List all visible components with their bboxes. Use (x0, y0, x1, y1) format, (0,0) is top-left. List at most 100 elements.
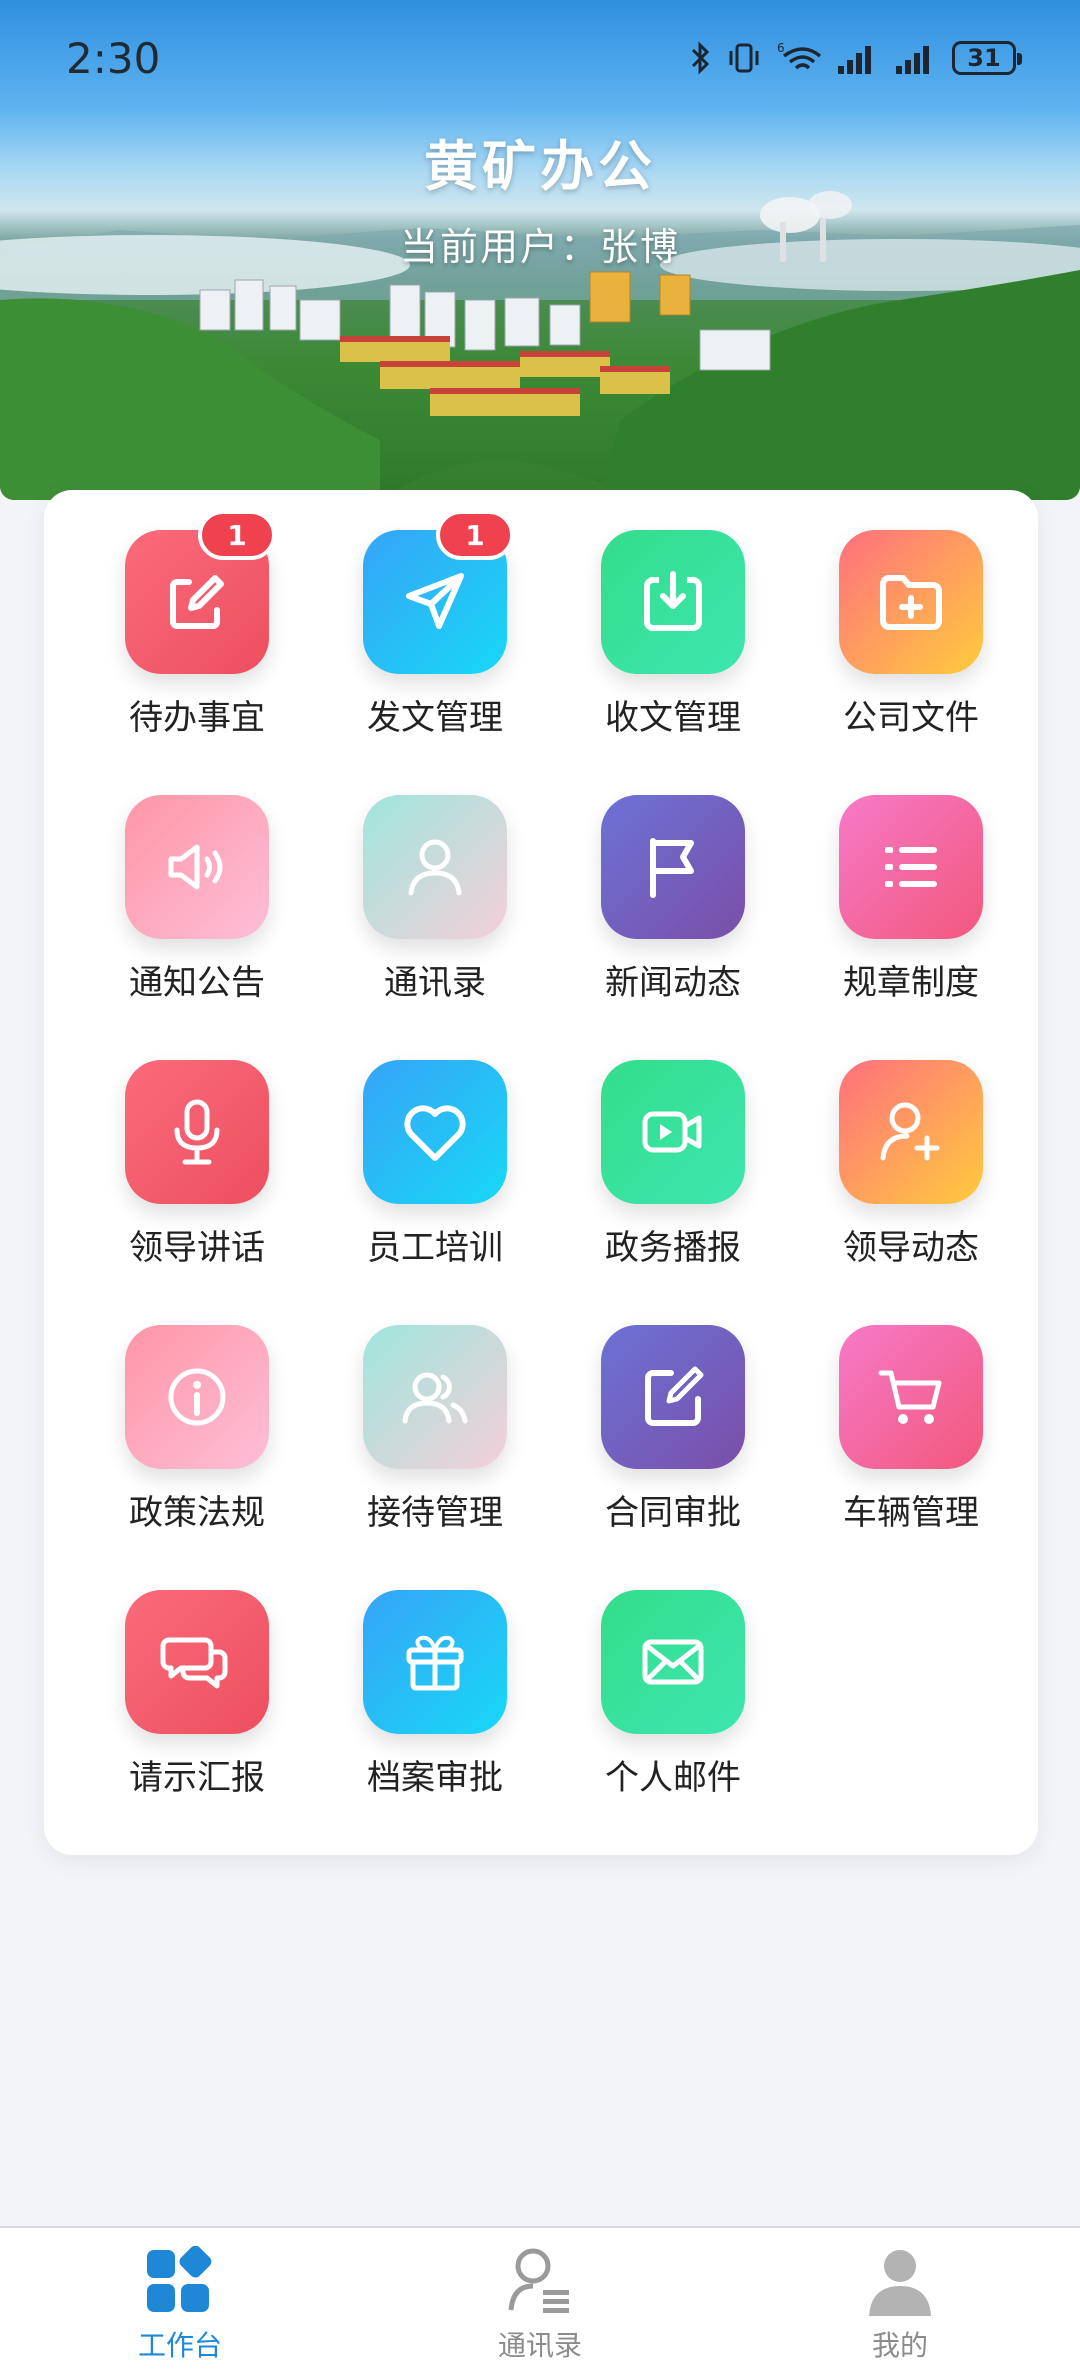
grid-item-tile[interactable] (601, 795, 745, 939)
network-type-label: 6 (777, 41, 785, 55)
grid-item-label: 新闻动态 (605, 963, 741, 1003)
vibrate-icon (729, 43, 759, 73)
nav-label-contacts: 通讯录 (497, 2329, 582, 2362)
folder-add-icon (880, 575, 942, 630)
grid-item-tile[interactable] (601, 1325, 745, 1469)
grid-item-18[interactable]: 档案审批 (296, 1550, 534, 1798)
grid-item-12[interactable]: 领导动态 (772, 1020, 1010, 1268)
flag-icon (650, 838, 694, 898)
grid-item-13[interactable]: 政策法规 (58, 1285, 296, 1533)
notification-badge: 1 (436, 510, 514, 560)
grid-item-label: 车辆管理 (843, 1493, 979, 1533)
people-icon (402, 1372, 468, 1424)
grid-item-tile[interactable] (839, 530, 983, 674)
notification-badge: 1 (198, 510, 276, 560)
chat-icon (160, 1637, 228, 1689)
grid-item-label: 领导讲话 (129, 1228, 265, 1268)
grid-item-tile[interactable] (839, 1325, 983, 1469)
status-icons: 6 31 (690, 40, 1022, 76)
battery-indicator: 31 (952, 41, 1022, 75)
grid-item-label: 合同审批 (605, 1493, 741, 1533)
grid-item-label: 请示汇报 (129, 1758, 265, 1798)
download-icon (644, 571, 702, 631)
grid-item-label: 政策法规 (129, 1493, 265, 1533)
grid-item-14[interactable]: 接待管理 (296, 1285, 534, 1533)
microphone-icon (174, 1099, 220, 1165)
grid-item-label: 待办事宜 (129, 698, 265, 738)
grid-item-10[interactable]: 员工培训 (296, 1020, 534, 1268)
grid-item-7[interactable]: 新闻动态 (534, 755, 772, 1003)
grid-item-11[interactable]: 政务播报 (534, 1020, 772, 1268)
grid-item-label: 公司文件 (843, 698, 979, 738)
grid-item-6[interactable]: 通讯录 (296, 755, 534, 1003)
grid-item-3[interactable]: 收文管理 (534, 490, 772, 738)
grid-item-tile[interactable] (125, 1325, 269, 1469)
heart-icon (404, 1105, 466, 1161)
grid-item-9[interactable]: 领导讲话 (58, 1020, 296, 1268)
grid-item-tile[interactable] (601, 1590, 745, 1734)
grid-item-tile[interactable] (363, 1060, 507, 1204)
grid-item-tile[interactable] (363, 795, 507, 939)
mail-icon (642, 1639, 704, 1685)
grid-item-8[interactable]: 规章制度 (772, 755, 1010, 1003)
grid-item-tile[interactable] (601, 530, 745, 674)
signal-icon-2 (896, 46, 929, 74)
grid-item-label: 规章制度 (843, 963, 979, 1003)
grid-item-tile[interactable] (363, 1590, 507, 1734)
grid-item-tile[interactable] (125, 1590, 269, 1734)
nav-tab-mine[interactable]: 我的 (720, 2228, 1080, 2375)
bottom-navigation: 工作台 通讯录 我的 (0, 2226, 1080, 2375)
cart-icon (878, 1370, 942, 1424)
edit-square-icon (645, 1366, 704, 1426)
video-icon (642, 1111, 702, 1153)
grid-item-tile[interactable] (601, 1060, 745, 1204)
app-title: 黄矿办公 (424, 135, 656, 198)
header-banner: 2:30 6 31 黄矿办公 当前用户：张博 (0, 0, 1080, 500)
function-grid-card: 1 待办事宜 1 发文管理 收文管理 公司文件通知公告 通讯录 新闻动态 规章制度领导讲话 员工培… (44, 490, 1038, 1855)
grid-item-label: 个人邮件 (605, 1758, 741, 1798)
person-add-icon (880, 1102, 940, 1161)
grid-item-16[interactable]: 车辆管理 (772, 1285, 1010, 1533)
grid-item-label: 接待管理 (367, 1493, 503, 1533)
nav-tab-contacts[interactable]: 通讯录 (360, 2228, 720, 2375)
wifi-icon: 6 (777, 41, 822, 70)
nav-tab-workbench[interactable]: 工作台 (0, 2228, 360, 2375)
gift-icon (406, 1635, 464, 1691)
contacts-icon (508, 2248, 569, 2313)
bluetooth-icon (691, 41, 710, 75)
grid-item-15[interactable]: 合同审批 (534, 1285, 772, 1533)
grid-item-label: 政务播报 (605, 1228, 741, 1268)
grid-item-label: 档案审批 (367, 1758, 503, 1798)
grid-item-17[interactable]: 请示汇报 (58, 1550, 296, 1798)
nav-label-mine: 我的 (871, 2329, 928, 2362)
grid-item-4[interactable]: 公司文件 (772, 490, 1010, 738)
grid-item-tile[interactable] (125, 795, 269, 939)
dashboard-icon (147, 2246, 212, 2312)
nav-label-workbench: 工作台 (137, 2329, 222, 2362)
grid-item-label: 通讯录 (384, 963, 486, 1003)
grid-item-tile[interactable] (839, 1060, 983, 1204)
grid-item-label: 通知公告 (129, 963, 265, 1003)
grid-item-2[interactable]: 1 发文管理 (296, 490, 534, 738)
grid-item-label: 领导动态 (843, 1228, 979, 1268)
signal-icon-1 (838, 46, 871, 74)
current-user: 当前用户：张博 (399, 225, 680, 269)
grid-item-1[interactable]: 1 待办事宜 (58, 490, 296, 738)
list-icon (885, 847, 937, 887)
person-icon (408, 839, 462, 896)
grid-item-label: 员工培训 (367, 1228, 503, 1268)
grid-item-5[interactable]: 通知公告 (58, 755, 296, 1003)
status-time: 2:30 (66, 34, 161, 83)
edit-icon (170, 575, 224, 629)
speaker-icon (168, 844, 223, 890)
grid-item-tile[interactable] (363, 1325, 507, 1469)
status-bar: 2:30 6 31 (0, 0, 1080, 120)
send-icon (406, 573, 464, 629)
user-icon (869, 2250, 931, 2316)
grid-item-label: 发文管理 (367, 698, 503, 738)
info-icon (168, 1368, 226, 1426)
grid-item-tile[interactable] (125, 1060, 269, 1204)
grid-item-19[interactable]: 个人邮件 (534, 1550, 772, 1798)
grid-item-label: 收文管理 (605, 698, 741, 738)
grid-item-tile[interactable] (839, 795, 983, 939)
